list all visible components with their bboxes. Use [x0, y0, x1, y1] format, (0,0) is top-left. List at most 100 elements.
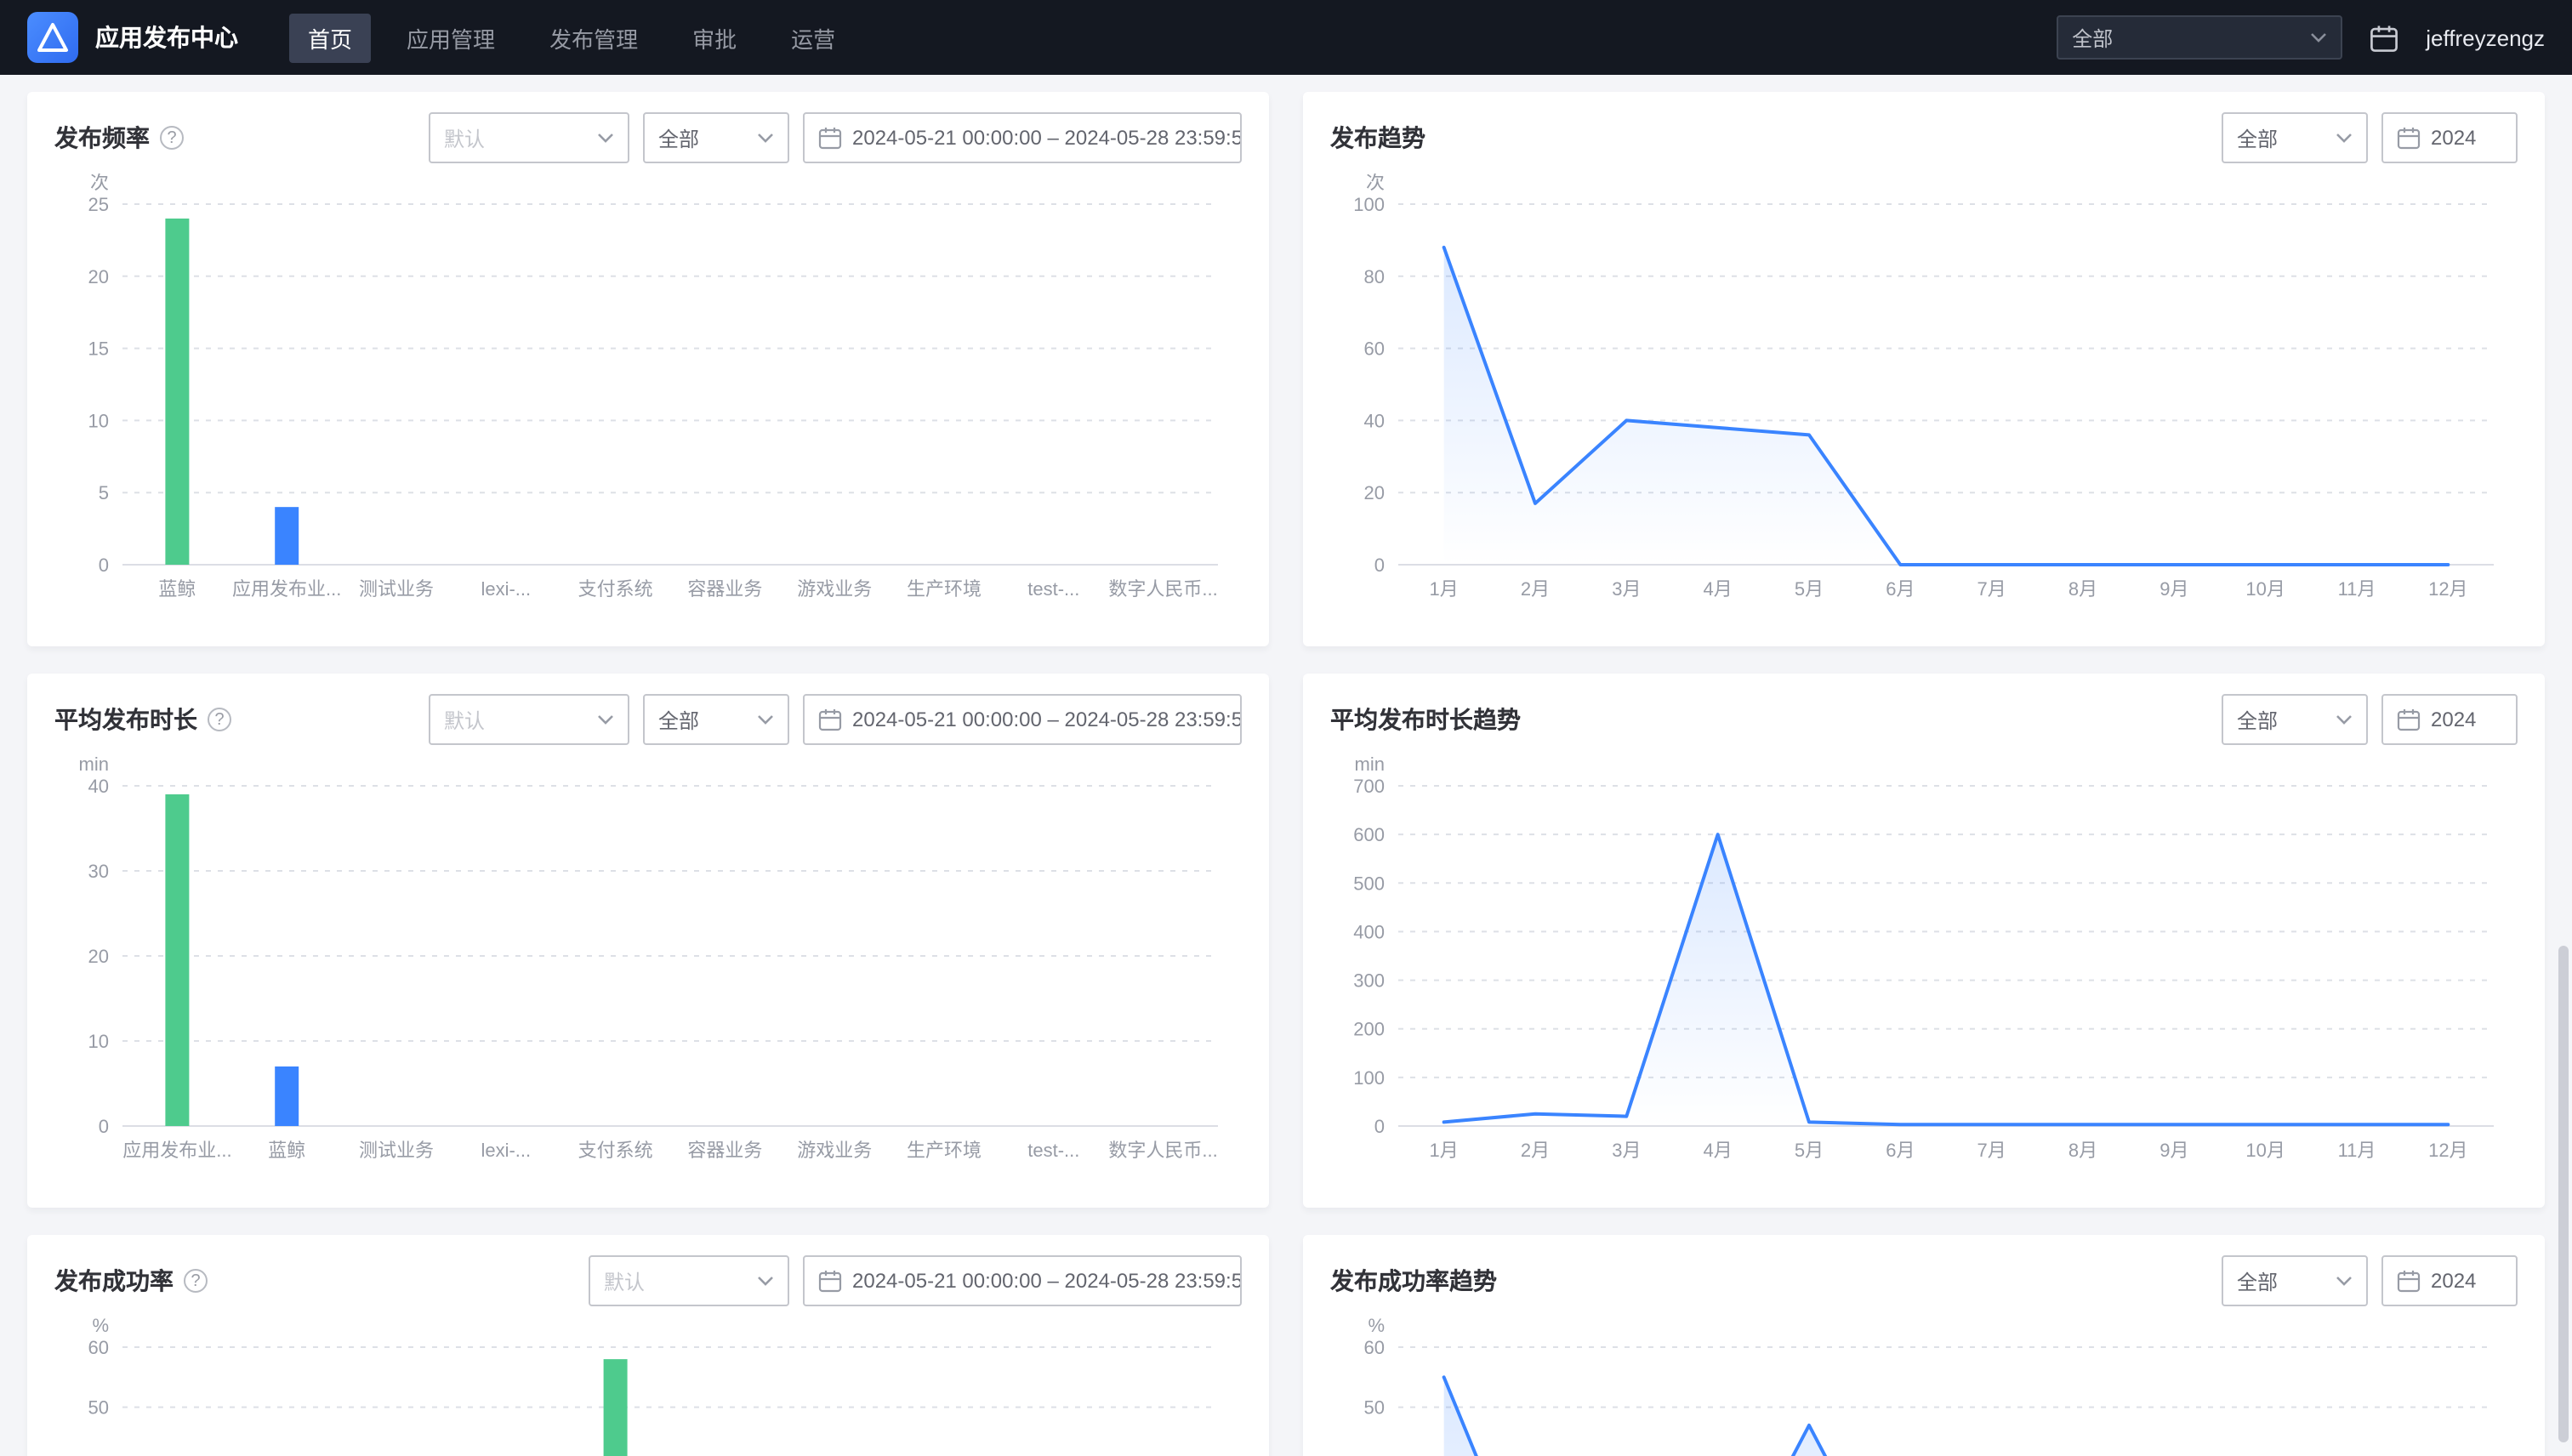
svg-text:700: 700	[1353, 776, 1385, 797]
svg-text:生产环境: 生产环境	[907, 578, 982, 600]
avg-duration-chart: min010203040应用发布业...蓝鲸测试业务lexi-...支付系统容器…	[54, 755, 1242, 1170]
app-logo-icon	[27, 12, 78, 63]
svg-text:1月: 1月	[1430, 578, 1459, 600]
svg-text:10: 10	[88, 1031, 109, 1052]
card-avg-duration-trend: 平均发布时长趋势 全部 2024 min01002003004005006007…	[1303, 674, 2545, 1208]
svg-text:11月: 11月	[2338, 578, 2376, 600]
svg-text:数字人民币...: 数字人民币...	[1108, 578, 1217, 600]
chevron-down-icon	[757, 1276, 774, 1286]
svg-text:60: 60	[1364, 338, 1385, 360]
freq-default-select[interactable]: 默认	[429, 112, 629, 163]
svg-text:2月: 2月	[1521, 1140, 1550, 1161]
success-rate-chart: %0102030405060蓝鲸应用发布业...测试业务lexi-...支付系统…	[54, 1317, 1242, 1456]
svg-text:30: 30	[88, 861, 109, 882]
nav-item-release-management[interactable]: 发布管理	[531, 13, 657, 62]
nav-item-approval[interactable]: 审批	[674, 13, 755, 62]
trend-scope-select[interactable]: 全部	[2222, 112, 2368, 163]
freq-filters: 默认 全部 2024-05-21 00:00:00 – 2024-05-28 2…	[429, 112, 1242, 163]
freq-daterange-value: 2024-05-21 00:00:00 – 2024-05-28 23:59:5	[852, 126, 1242, 150]
duration-scope-select[interactable]: 全部	[643, 694, 789, 745]
help-icon[interactable]: ?	[184, 1269, 208, 1293]
nav-item-home[interactable]: 首页	[289, 13, 371, 62]
username: jeffreyzengz	[2426, 25, 2545, 50]
card-title-release-trend: 发布趋势	[1330, 121, 1425, 155]
freq-scope-select[interactable]: 全部	[643, 112, 789, 163]
trend-filters: 全部 2024	[2222, 112, 2518, 163]
svg-text:0: 0	[99, 555, 109, 576]
svg-text:6月: 6月	[1886, 578, 1915, 600]
card-title-avg-duration: 平均发布时长	[54, 702, 197, 737]
success-trend-scope-select[interactable]: 全部	[2222, 1255, 2368, 1306]
freq-scope-value: 全部	[658, 123, 699, 152]
svg-text:500: 500	[1353, 873, 1385, 894]
duration-daterange-value: 2024-05-21 00:00:00 – 2024-05-28 23:59:5	[852, 708, 1242, 731]
chevron-down-icon	[2336, 133, 2353, 143]
svg-text:50: 50	[1364, 1397, 1385, 1419]
svg-text:8月: 8月	[2068, 578, 2097, 600]
svg-text:60: 60	[1364, 1337, 1385, 1358]
svg-text:%: %	[1368, 1317, 1385, 1336]
card-avg-duration: 平均发布时长 ? 默认 全部 2024-05-21 00:00:00 – 202…	[27, 674, 1269, 1208]
svg-text:10月: 10月	[2245, 1140, 2285, 1161]
calendar-icon	[2397, 126, 2421, 150]
freq-daterange-picker[interactable]: 2024-05-21 00:00:00 – 2024-05-28 23:59:5	[803, 112, 1242, 163]
duration-default-value: 默认	[444, 705, 485, 734]
navbar-right: 全部 jeffreyzengz	[2057, 15, 2545, 60]
help-icon[interactable]: ?	[160, 126, 184, 150]
svg-text:600: 600	[1353, 824, 1385, 845]
freq-default-value: 默认	[444, 123, 485, 152]
svg-text:20: 20	[1364, 482, 1385, 503]
success-trend-scope-value: 全部	[2237, 1266, 2278, 1295]
calendar-button[interactable]	[2370, 23, 2398, 52]
card-title-avg-duration-trend: 平均发布时长趋势	[1330, 702, 1521, 737]
dashboard-content: 发布频率 ? 默认 全部 2024-05-21 00:00:00 – 2024-…	[0, 75, 2572, 1456]
svg-text:0: 0	[99, 1116, 109, 1137]
success-daterange-picker[interactable]: 2024-05-21 00:00:00 – 2024-05-28 23:59:5	[803, 1255, 1242, 1306]
success-trend-year-picker[interactable]: 2024	[2381, 1255, 2518, 1306]
svg-text:4月: 4月	[1704, 1140, 1733, 1161]
trend-year-picker[interactable]: 2024	[2381, 112, 2518, 163]
svg-text:12月: 12月	[2428, 1140, 2467, 1161]
svg-text:60: 60	[88, 1337, 109, 1358]
svg-text:5月: 5月	[1795, 1140, 1824, 1161]
duration-filters: 默认 全部 2024-05-21 00:00:00 – 2024-05-28 2…	[429, 694, 1242, 745]
card-success-rate: 发布成功率 ? 默认 2024-05-21 00:00:00 – 2024-05…	[27, 1235, 1269, 1456]
svg-text:1月: 1月	[1430, 1140, 1459, 1161]
card-success-rate-trend: 发布成功率趋势 全部 2024 %01020304050601月2月3月4月5月…	[1303, 1235, 2545, 1456]
global-scope-select[interactable]: 全部	[2057, 15, 2342, 60]
svg-text:游戏业务: 游戏业务	[797, 1140, 872, 1161]
help-icon[interactable]: ?	[208, 708, 231, 731]
svg-text:test-...: test-...	[1027, 578, 1079, 600]
svg-text:蓝鲸: 蓝鲸	[268, 1140, 305, 1161]
duration-daterange-picker[interactable]: 2024-05-21 00:00:00 – 2024-05-28 23:59:5	[803, 694, 1242, 745]
svg-text:应用发布业...: 应用发布业...	[232, 578, 341, 600]
duration-trend-scope-select[interactable]: 全部	[2222, 694, 2368, 745]
success-daterange-value: 2024-05-21 00:00:00 – 2024-05-28 23:59:5	[852, 1269, 1242, 1293]
svg-text:容器业务: 容器业务	[687, 578, 762, 600]
duration-default-select[interactable]: 默认	[429, 694, 629, 745]
success-rate-trend-chart: %01020304050601月2月3月4月5月6月7月8月9月10月11月12…	[1330, 1317, 2518, 1456]
svg-text:支付系统: 支付系统	[578, 578, 653, 600]
duration-trend-year-value: 2024	[2431, 708, 2476, 731]
chevron-down-icon	[597, 714, 614, 725]
release-frequency-chart: 次0510152025蓝鲸应用发布业...测试业务lexi-...支付系统容器业…	[54, 173, 1242, 609]
calendar-icon	[2397, 1269, 2421, 1293]
svg-text:%: %	[92, 1317, 109, 1336]
calendar-icon	[818, 126, 842, 150]
success-default-select[interactable]: 默认	[589, 1255, 789, 1306]
svg-text:数字人民币...: 数字人民币...	[1108, 1140, 1217, 1161]
nav-item-app-management[interactable]: 应用管理	[388, 13, 514, 62]
duration-trend-filters: 全部 2024	[2222, 694, 2518, 745]
svg-text:20: 20	[88, 946, 109, 967]
duration-trend-year-picker[interactable]: 2024	[2381, 694, 2518, 745]
nav-item-operations[interactable]: 运营	[772, 13, 854, 62]
calendar-icon	[2397, 708, 2421, 731]
svg-text:3月: 3月	[1612, 578, 1641, 600]
calendar-icon	[818, 708, 842, 731]
svg-text:100: 100	[1353, 194, 1385, 215]
chevron-down-icon	[757, 714, 774, 725]
app-title: 应用发布中心	[95, 20, 238, 54]
scrollbar-thumb[interactable]	[2558, 946, 2569, 1442]
svg-text:100: 100	[1353, 1067, 1385, 1089]
svg-text:400: 400	[1353, 921, 1385, 942]
